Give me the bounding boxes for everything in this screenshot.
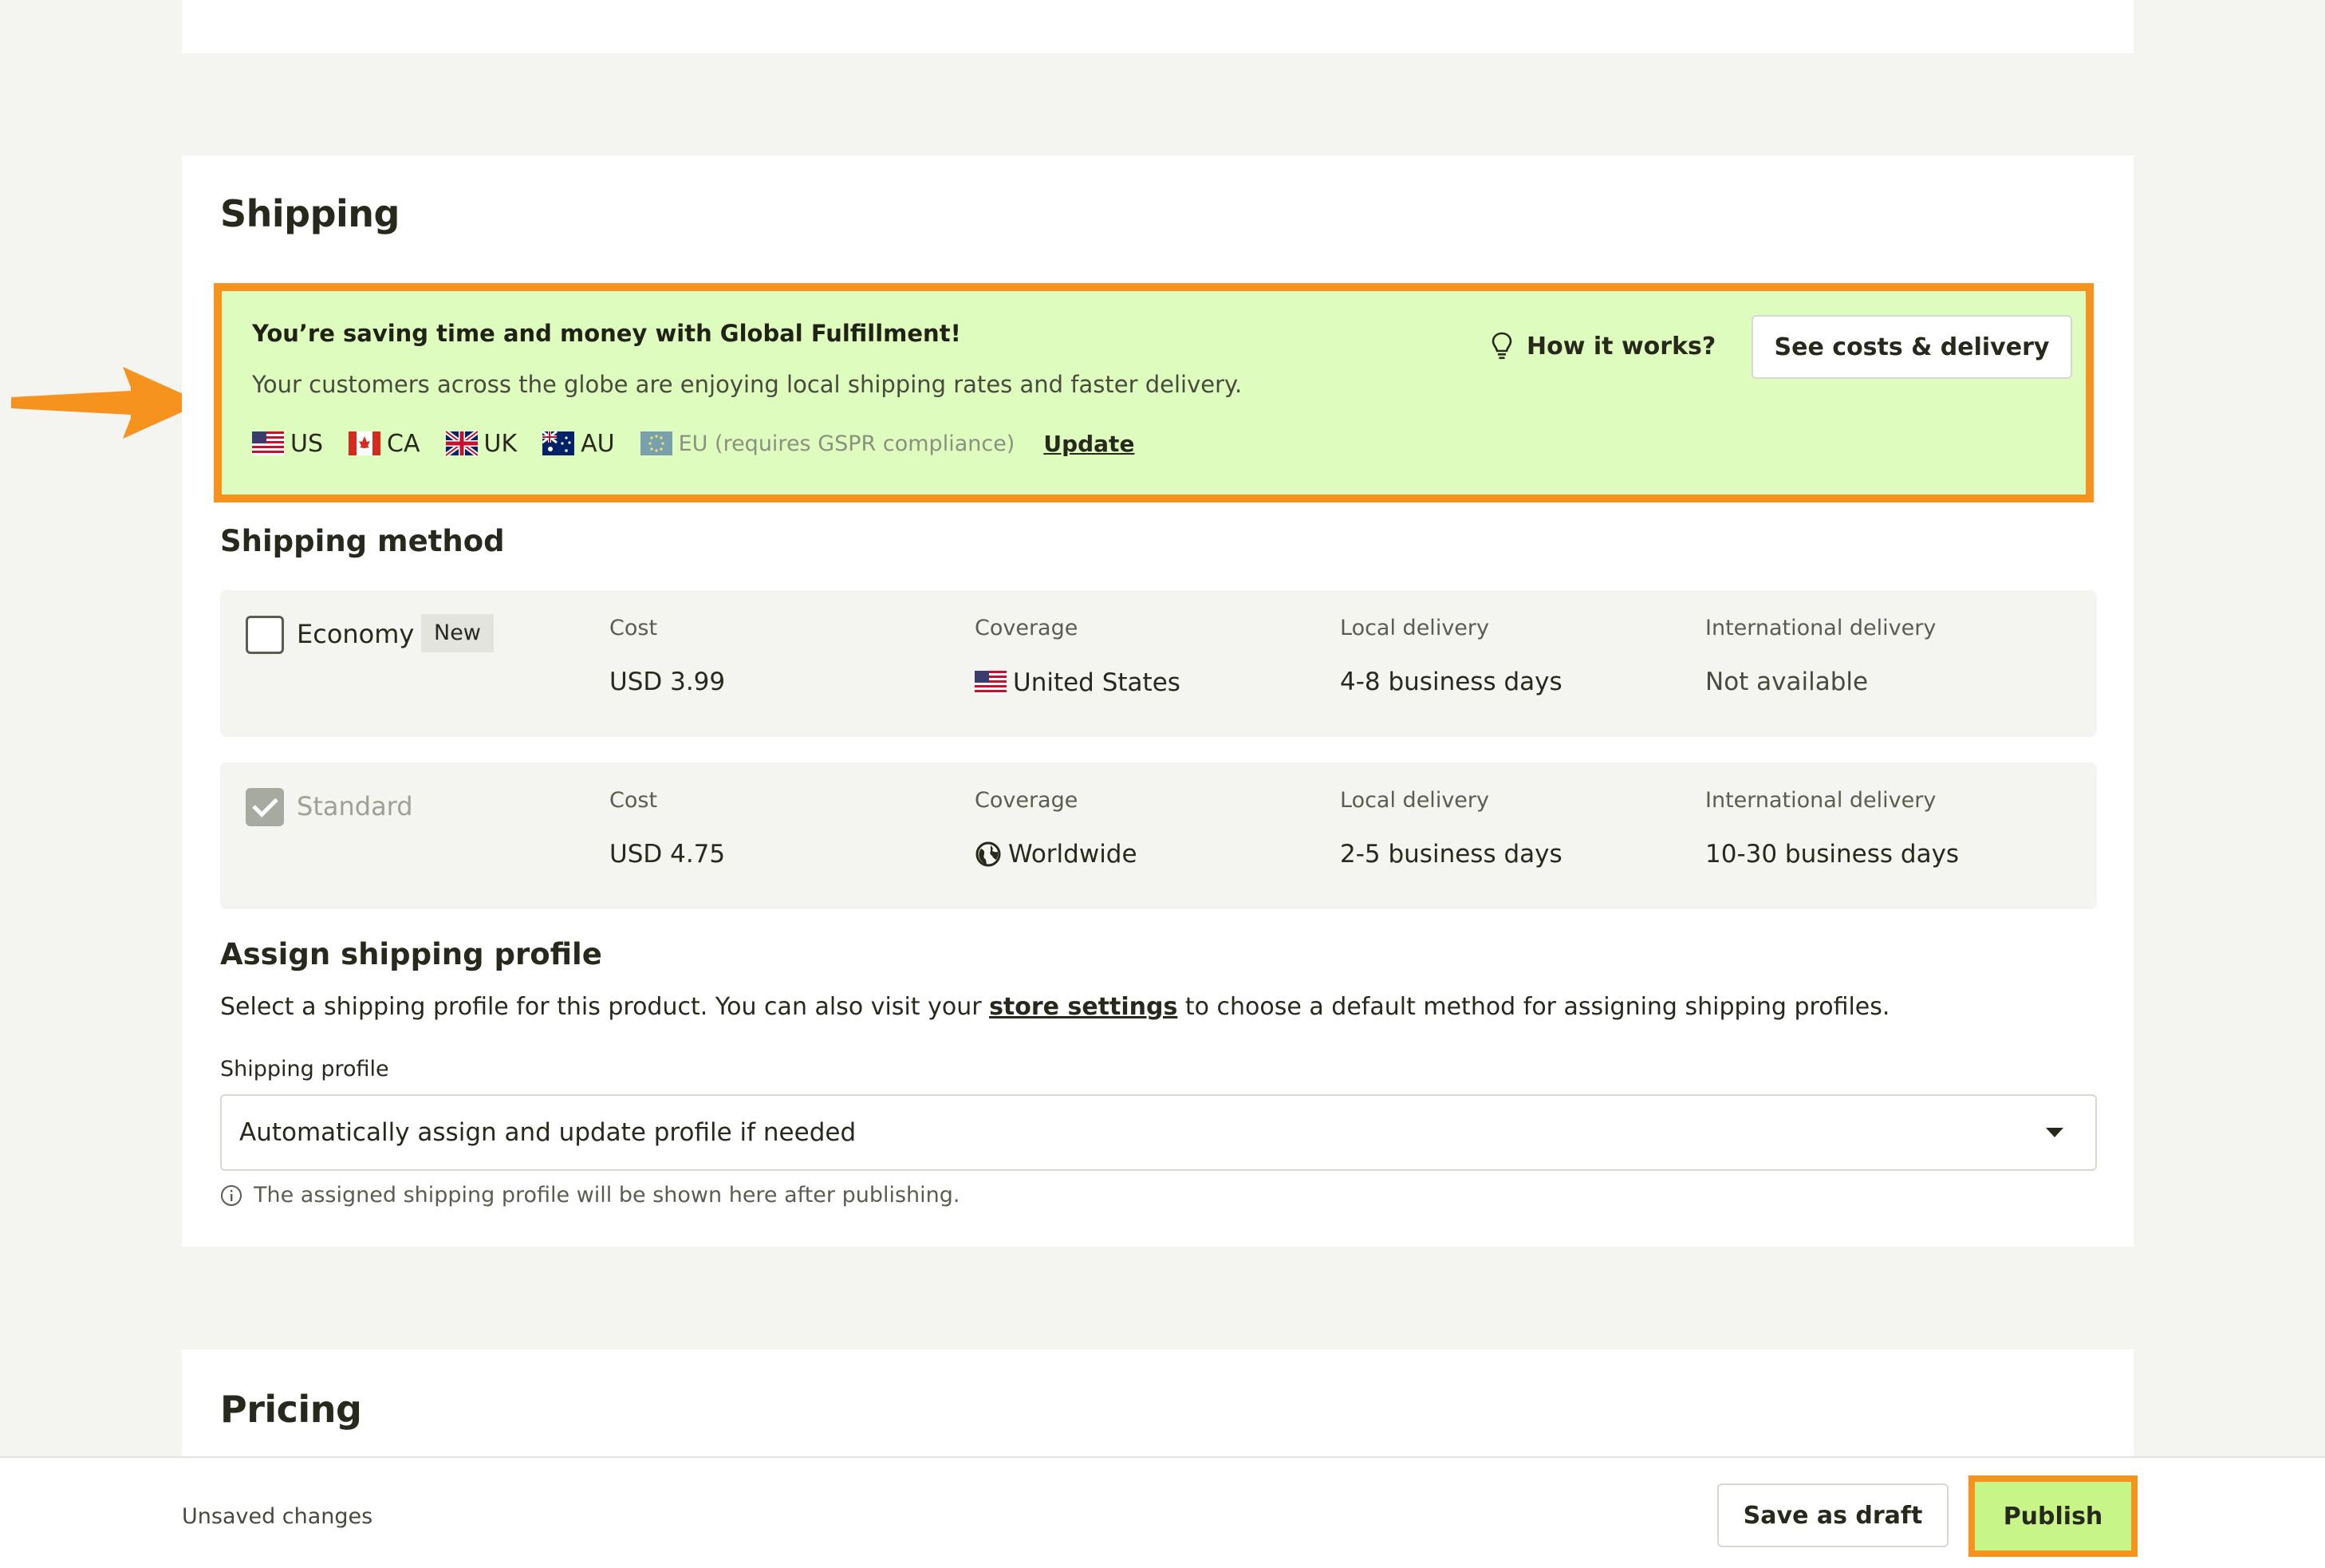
shipping-profile-selected-value: Automatically assign and update profile … xyxy=(239,1118,857,1147)
economy-checkbox[interactable] xyxy=(246,616,284,654)
country-ca: CA xyxy=(349,428,420,459)
cost-value: USD 3.99 xyxy=(609,668,726,696)
shipping-profile-label: Shipping profile xyxy=(220,1057,389,1081)
lightbulb-icon xyxy=(1492,332,1512,360)
profile-desc-before: Select a shipping profile for this produ… xyxy=(220,993,990,1021)
shipping-profile-hint: The assigned shipping profile will be sh… xyxy=(220,1183,960,1208)
country-au: AU xyxy=(542,428,615,459)
country-us: US xyxy=(252,428,323,459)
coverage-text: United States xyxy=(1013,668,1180,697)
coverage-label: Coverage xyxy=(975,788,1078,813)
us-flag-icon xyxy=(975,671,1007,695)
international-delivery-label: International delivery xyxy=(1705,616,1937,640)
global-fulfillment-banner: You’re saving time and money with Global… xyxy=(214,283,2094,502)
ca-flag-icon xyxy=(349,431,381,455)
standard-cost: Cost USD 4.75 xyxy=(609,788,725,869)
shipping-method-heading: Shipping method xyxy=(220,524,505,558)
banner-title: You’re saving time and money with Global… xyxy=(252,320,961,347)
banner-subtitle: Your customers across the globe are enjo… xyxy=(252,371,1243,398)
store-settings-link[interactable]: store settings xyxy=(989,993,1177,1021)
economy-coverage: Coverage United States xyxy=(975,616,1180,698)
see-costs-delivery-button[interactable]: See costs & delivery xyxy=(1752,315,2072,379)
info-icon xyxy=(221,1184,242,1206)
globe-icon xyxy=(975,841,1001,867)
cost-label: Cost xyxy=(609,788,658,813)
coverage-text: Worldwide xyxy=(1008,840,1137,869)
local-delivery-label: Local delivery xyxy=(1340,788,1489,813)
eu-flag-icon xyxy=(640,431,672,455)
hint-text: The assigned shipping profile will be sh… xyxy=(254,1183,960,1208)
coverage-value: United States xyxy=(975,668,1180,698)
coverage-value: Worldwide xyxy=(975,840,1137,869)
shipping-title: Shipping xyxy=(220,192,400,235)
shipping-method-standard: Standard Cost USD 4.75 Coverage Worldwid… xyxy=(220,762,2097,909)
shipping-method-economy: Economy New Cost USD 3.99 Coverage Unite… xyxy=(220,590,2097,737)
standard-local-delivery: Local delivery 2-5 business days xyxy=(1340,788,1562,869)
assign-profile-heading: Assign shipping profile xyxy=(220,937,602,971)
eu-label: EU (requires GSPR compliance) xyxy=(678,431,1015,456)
economy-local-delivery: Local delivery 4-8 business days xyxy=(1340,616,1562,696)
local-delivery-value: 2-5 business days xyxy=(1340,840,1562,869)
unsaved-changes-status: Unsaved changes xyxy=(182,1504,373,1529)
country-code: US xyxy=(290,429,324,458)
footer-action-bar: Unsaved changes Save as draft Publish xyxy=(0,1456,2325,1568)
publish-highlight: Publish xyxy=(1968,1475,2138,1557)
how-it-works-link[interactable]: How it works? xyxy=(1490,331,1716,361)
local-delivery-label: Local delivery xyxy=(1340,616,1489,640)
profile-desc-after: to choose a default method for assigning… xyxy=(1177,993,1890,1021)
us-flag-icon xyxy=(252,431,284,455)
standard-checkbox[interactable] xyxy=(246,788,284,826)
international-delivery-value: Not available xyxy=(1705,668,1869,696)
how-it-works-label: How it works? xyxy=(1527,332,1716,360)
cost-label: Cost xyxy=(609,616,658,640)
fulfillment-countries: US CA UK AU EU (requires GSPR compliance… xyxy=(252,428,1134,459)
chevron-down-icon xyxy=(2046,1128,2063,1137)
country-code: AU xyxy=(581,429,615,458)
uk-flag-icon xyxy=(445,429,478,458)
publish-button[interactable]: Publish xyxy=(1975,1482,2131,1550)
country-eu: EU (requires GSPR compliance) xyxy=(640,428,1015,459)
country-code: CA xyxy=(387,429,420,458)
international-delivery-label: International delivery xyxy=(1705,788,1937,813)
shipping-profile-select[interactable]: Automatically assign and update profile … xyxy=(220,1094,2097,1171)
standard-label: Standard xyxy=(297,791,413,821)
economy-international-delivery: International delivery Not available xyxy=(1705,616,1936,696)
economy-label: Economy xyxy=(297,619,415,649)
au-flag-icon xyxy=(542,430,575,455)
assign-profile-description: Select a shipping profile for this produ… xyxy=(220,993,1890,1021)
new-badge: New xyxy=(421,614,494,652)
international-delivery-value: 10-30 business days xyxy=(1705,840,1960,869)
standard-international-delivery: International delivery 10-30 business da… xyxy=(1705,788,1959,869)
previous-section-card xyxy=(182,0,2134,53)
annotation-arrow-icon xyxy=(11,367,203,439)
local-delivery-value: 4-8 business days xyxy=(1340,668,1562,696)
country-code: UK xyxy=(483,429,518,458)
country-uk: UK xyxy=(445,428,518,459)
pricing-title: Pricing xyxy=(220,1388,362,1431)
economy-cost: Cost USD 3.99 xyxy=(609,616,725,696)
cost-value: USD 4.75 xyxy=(609,840,726,869)
coverage-label: Coverage xyxy=(975,616,1078,640)
save-as-draft-button[interactable]: Save as draft xyxy=(1717,1483,1949,1547)
standard-coverage: Coverage Worldwide xyxy=(975,788,1137,869)
update-link[interactable]: Update xyxy=(1043,431,1134,457)
